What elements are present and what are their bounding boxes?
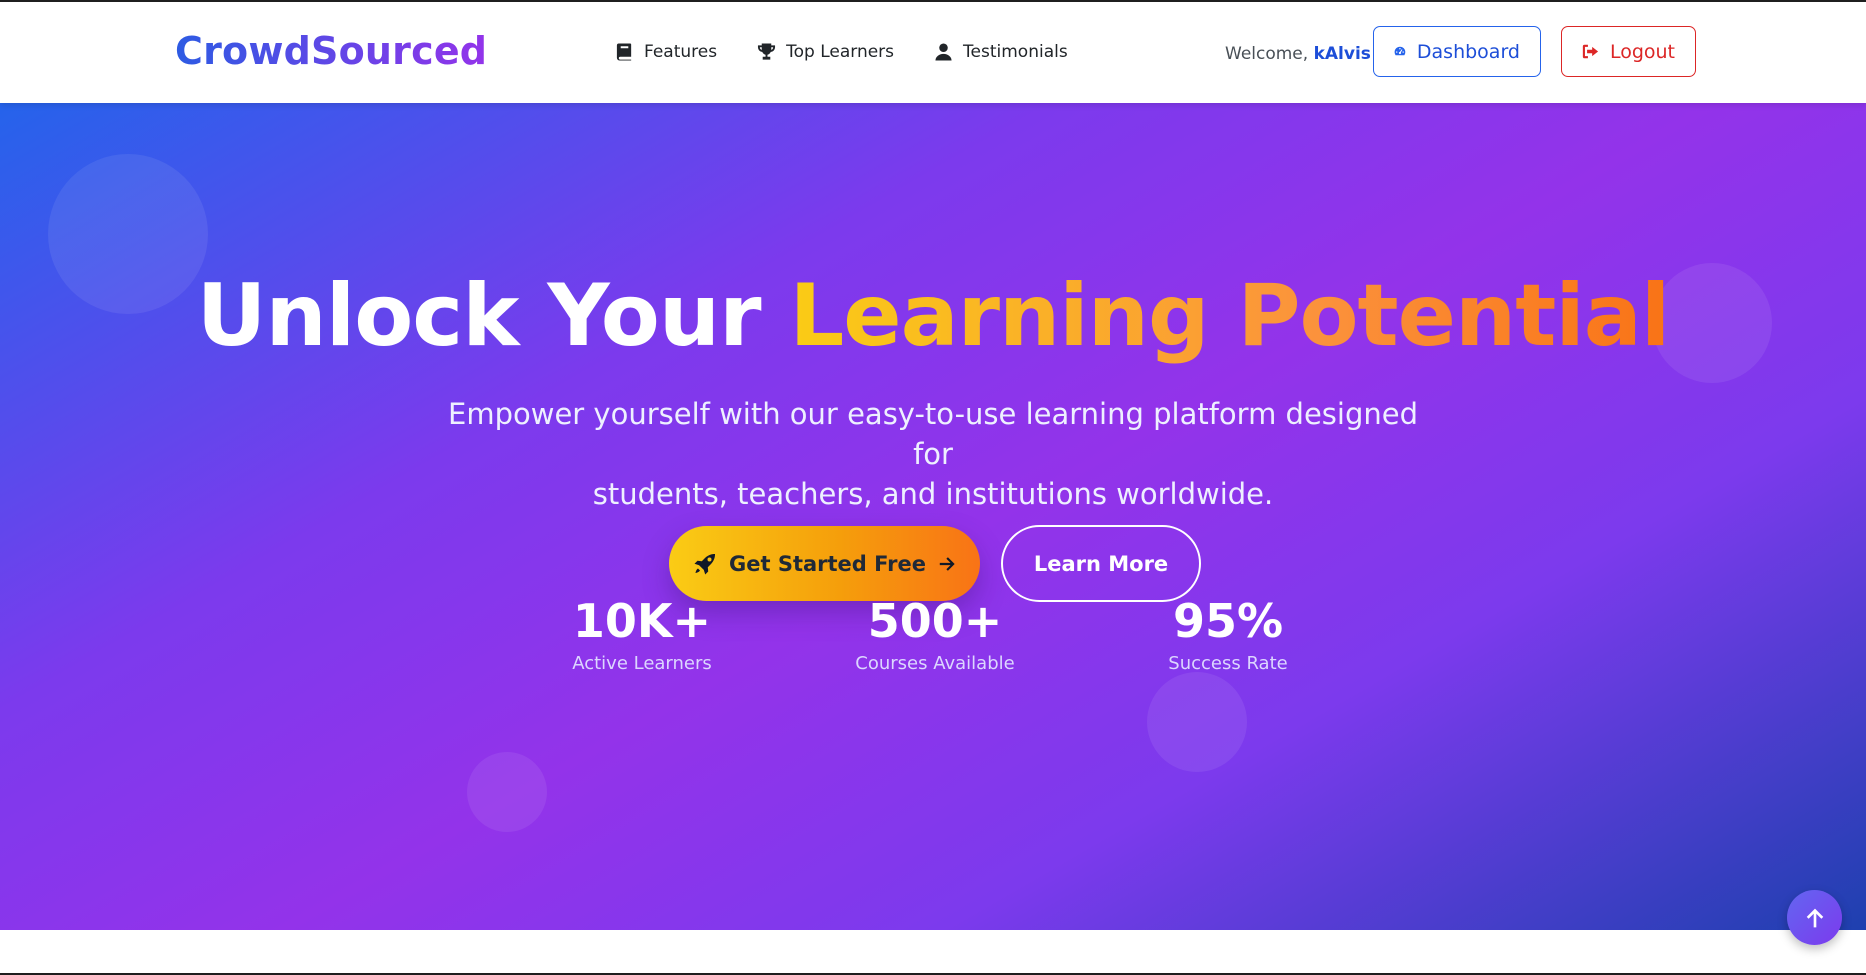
headline-accent: Learning Potential	[789, 266, 1670, 366]
stat-label: Active Learners	[572, 653, 712, 674]
decorative-circle	[467, 752, 547, 832]
trophy-icon	[758, 43, 776, 60]
stat-value: 500+	[867, 594, 1003, 648]
hero-section: Unlock Your Learning Potential Empower y…	[0, 103, 1866, 930]
welcome-prefix: Welcome,	[1225, 44, 1309, 64]
learn-more-label: Learn More	[1033, 551, 1169, 576]
nav-link-label: Top Learners	[786, 42, 895, 62]
arrow-right-icon	[939, 556, 955, 571]
stat-active-learners: 10K+ Active Learners	[532, 595, 752, 756]
dashboard-label: Dashboard	[1416, 40, 1520, 63]
nav-link-label: Testimonials	[963, 42, 1068, 62]
username: kAlvis	[1313, 44, 1371, 64]
user-icon	[935, 43, 952, 61]
stat-value: 10K+	[572, 594, 712, 648]
hero-subtitle: Empower yourself with our easy-to-use le…	[433, 394, 1433, 514]
page: CrowdSourced Features Top Learners Testi…	[0, 2, 1866, 973]
hero-headline: Unlock Your Learning Potential	[0, 266, 1866, 366]
nav-link-label: Features	[644, 42, 718, 62]
stat-courses-available: 500+ Courses Available	[825, 595, 1045, 756]
nav-link-testimonials[interactable]: Testimonials	[934, 42, 1068, 62]
stat-label: Courses Available	[855, 653, 1015, 674]
sign-out-icon	[1582, 44, 1599, 59]
book-icon	[616, 43, 632, 61]
subtitle-line: students, teachers, and institutions wor…	[592, 477, 1274, 511]
subtitle-line: Empower yourself with our easy-to-use le…	[448, 397, 1418, 471]
tachometer-icon	[1394, 46, 1406, 56]
nav-links: Features Top Learners Testimonials	[615, 42, 1068, 62]
navbar: CrowdSourced Features Top Learners Testi…	[0, 2, 1866, 103]
welcome-text: Welcome, kAlvis	[1225, 44, 1371, 64]
nav-link-top-learners[interactable]: Top Learners	[757, 42, 894, 62]
rocket-icon	[694, 553, 716, 574]
scroll-to-top-button[interactable]	[1787, 890, 1842, 945]
logout-button[interactable]: Logout	[1561, 26, 1696, 77]
get-started-label: Get Started Free	[729, 551, 926, 576]
headline-plain: Unlock Your	[196, 266, 790, 366]
learn-more-button[interactable]: Learn More	[1001, 525, 1201, 602]
dashboard-button[interactable]: Dashboard	[1373, 26, 1541, 77]
get-started-button[interactable]: Get Started Free	[669, 526, 980, 601]
stat-label: Success Rate	[1168, 653, 1288, 674]
brand-logo[interactable]: CrowdSourced	[175, 29, 487, 73]
arrow-up-icon	[1806, 908, 1823, 927]
logout-label: Logout	[1609, 40, 1675, 63]
nav-link-features[interactable]: Features	[615, 42, 717, 62]
stat-success-rate: 95% Success Rate	[1118, 595, 1338, 756]
stat-value: 95%	[1172, 594, 1284, 648]
